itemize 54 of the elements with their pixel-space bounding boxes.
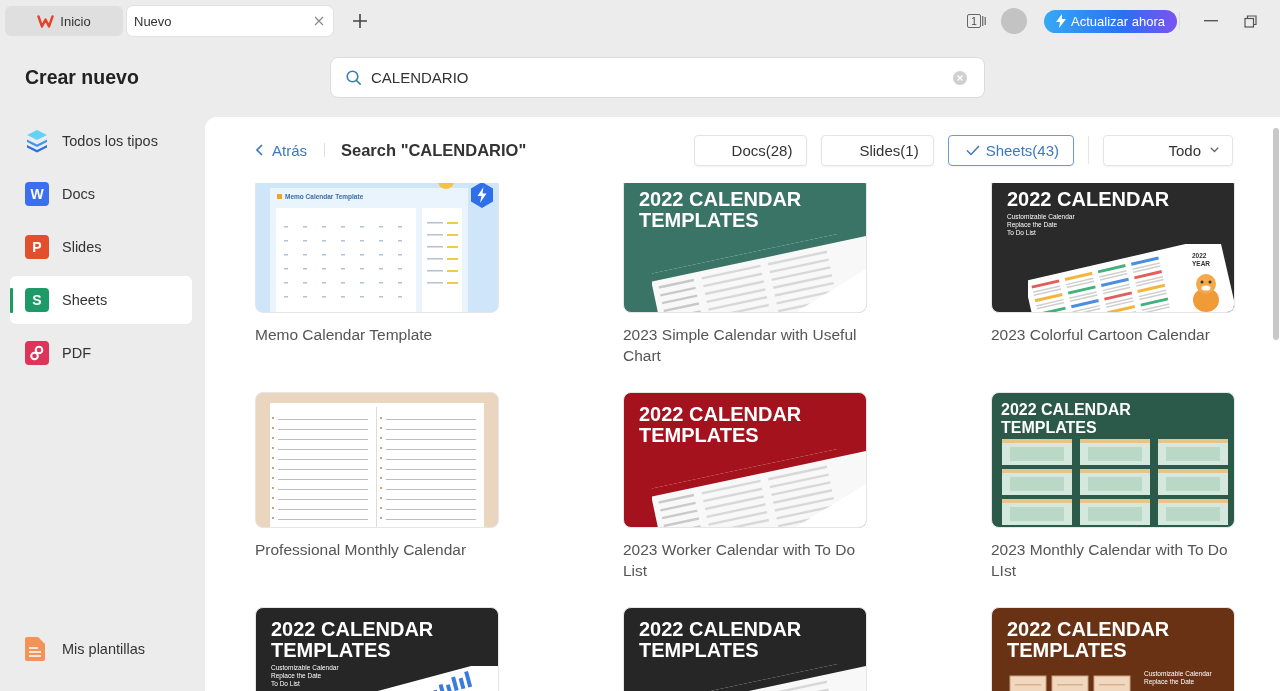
scrollbar-thumb[interactable]	[1273, 128, 1279, 340]
thumbnail-heading: 2022 CALENDAR TEMPLATES	[639, 189, 802, 231]
filter-button[interactable]: Slides(1)	[821, 134, 934, 166]
template-thumbnail[interactable]	[255, 392, 499, 528]
upgrade-button[interactable]: Actualizar ahora	[1044, 9, 1177, 33]
template-title: 2023 Simple Calendar with Useful Chart	[623, 325, 858, 366]
template-title: Professional Monthly Calendar	[255, 540, 468, 560]
filter-button[interactable]: Docs(28)	[693, 134, 808, 166]
tab[interactable]: Inicio	[5, 6, 123, 36]
page-title: Crear nuevo	[25, 66, 139, 89]
sidebar-item[interactable]: S Sheets	[10, 276, 192, 324]
plus-icon[interactable]	[353, 14, 367, 28]
filter-button[interactable]: Sheets(43)	[947, 134, 1074, 166]
results-heading: Search "CALENDARIO"	[341, 140, 527, 160]
template-title: 2023 Worker Calendar with To Do List	[623, 540, 857, 581]
template-title: 2023 Monthly Calendar with To Do LIst	[991, 540, 1229, 581]
chevron-left-icon	[256, 144, 263, 156]
lightning-icon	[1056, 14, 1067, 28]
thumbnail-heading: 2022 CALENDAR TEMPLATES	[639, 619, 802, 661]
document-icon	[25, 637, 45, 661]
search-field[interactable]: CALENDARIO	[330, 57, 985, 98]
thumbnail-heading: 2022 CALENDAR TEMPLATES	[1001, 401, 1131, 437]
letter-tile-icon: W	[25, 182, 49, 206]
close-icon[interactable]	[314, 16, 324, 26]
sidebar-item[interactable]: W Docs	[10, 170, 192, 218]
sidebar-item[interactable]: Mis plantillas	[10, 625, 192, 673]
pdf-icon	[25, 341, 49, 365]
template-thumbnail[interactable]: 2022 CALENDAR TEMPLATES	[623, 392, 867, 528]
letter-tile-icon: S	[25, 288, 49, 312]
thumbnail-heading: 2022 CALENDAR TEMPLATES	[1007, 619, 1170, 661]
template-thumbnail[interactable]: 2022 CALENDAR TEMPLATES	[623, 607, 867, 691]
search-icon	[346, 70, 361, 85]
sidebar-item[interactable]: PDF	[10, 329, 192, 377]
sidebar-item[interactable]: P Slides	[10, 223, 192, 271]
logo-icon	[37, 14, 55, 28]
layers-icon	[25, 129, 49, 153]
check-icon	[965, 144, 980, 156]
template-title: Memo Calendar Template	[255, 325, 434, 345]
stack-lines-icon	[982, 14, 987, 28]
thumbnail-heading: 2022 CALENDAR	[1007, 189, 1170, 210]
template-thumbnail[interactable]: 2022 CALENDAR TEMPLATES	[991, 392, 1235, 528]
selection-bar-icon	[10, 288, 13, 313]
restore-icon[interactable]	[1244, 14, 1257, 28]
letter-tile-icon: P	[25, 235, 49, 259]
thumbnail-heading: 2022 CALENDAR TEMPLATES	[639, 404, 802, 446]
sort-dropdown[interactable]: Todo	[1103, 134, 1233, 166]
chevron-down-icon	[1210, 147, 1219, 153]
sidebar-item[interactable]: Todos los tipos	[10, 117, 192, 165]
tab[interactable]: Nuevo	[127, 6, 333, 36]
thumbnail-heading: 2022 CALENDAR TEMPLATES	[271, 619, 434, 661]
template-title: 2023 Colorful Cartoon Calendar	[991, 325, 1211, 345]
minimize-icon[interactable]	[1204, 20, 1218, 22]
back-link[interactable]: Atrás	[256, 141, 307, 159]
template-thumbnail[interactable]: 2022 CALENDAR TEMPLATES	[623, 183, 867, 313]
